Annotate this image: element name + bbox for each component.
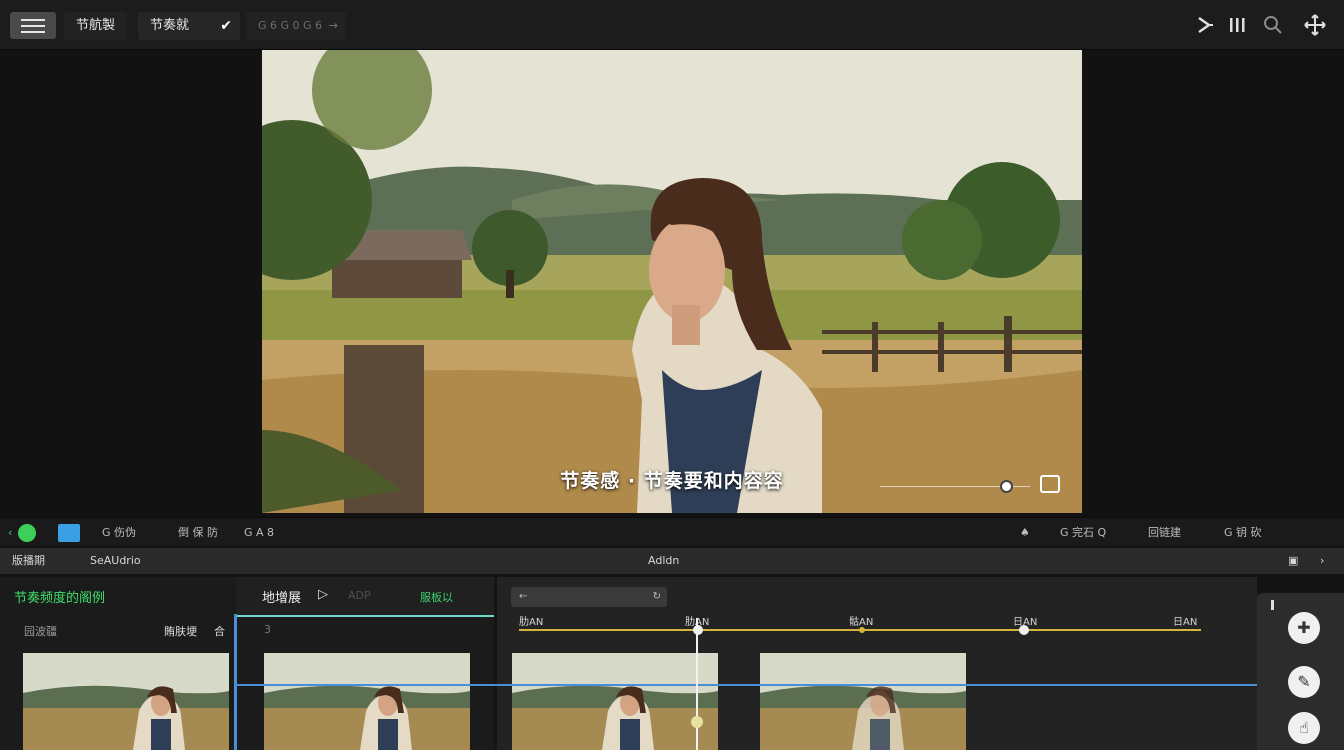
panel-title: 节奏频度的阁例: [14, 591, 106, 606]
picture-in-picture-icon[interactable]: [1040, 475, 1060, 493]
menu-line: [21, 30, 45, 33]
refresh-icon[interactable]: ↻: [653, 587, 661, 607]
brush-icon[interactable]: ✎: [1288, 666, 1320, 698]
strip-center-label: Adldn: [648, 554, 680, 567]
ruler-label: 骷AN: [849, 617, 874, 628]
play-marker-icon[interactable]: ▷: [318, 587, 328, 602]
arrow-right-icon: →: [328, 19, 338, 32]
ruler-label: 日AN: [1173, 617, 1198, 628]
clip-image: [23, 653, 229, 750]
split-icon[interactable]: [1194, 14, 1216, 36]
toolbar-item-2[interactable]: 倒 保 防: [178, 518, 218, 548]
strip-middle-label: SeAUdrio: [90, 554, 141, 567]
sub-label-right: 賄肤埂: [164, 625, 197, 638]
strip-left-label: 版播期: [12, 554, 45, 567]
ai-assistant-icon[interactable]: [18, 524, 36, 542]
toolbar-item-1[interactable]: G 伤伪: [102, 518, 136, 548]
media-icon[interactable]: [58, 524, 80, 542]
save-icon[interactable]: ▣: [1288, 548, 1298, 574]
tab-1-label: 节航製: [76, 18, 116, 33]
clip-thumbnail[interactable]: [23, 653, 229, 750]
hamburger-menu-button[interactable]: [10, 12, 56, 39]
tab-muted[interactable]: ADP: [348, 589, 371, 602]
caret-icon: ‹: [8, 526, 13, 539]
tab-active[interactable]: 服板以: [420, 589, 453, 605]
panel-tabs: 地增展 ▷ ADP 服板以: [236, 577, 494, 617]
bars-icon[interactable]: [1226, 14, 1248, 36]
edit-toolbar: ‹ G 伤伪 倒 保 防 G A 8 ♠ G 完石 Q 回链建 G 钥 砍: [0, 517, 1344, 547]
tab-3[interactable]: G 6 G 0 G 6 →: [246, 12, 346, 40]
rail-indicator: [1271, 600, 1274, 610]
timeline-playhead[interactable]: [696, 618, 698, 750]
top-bar: 节航製 节奏就 ✔ G 6 G 0 G 6 →: [0, 0, 1344, 50]
ruler-label: 肋AN: [519, 617, 544, 628]
clip-thumbnail[interactable]: [264, 653, 470, 750]
tab-3-label: G 6 G 0 G 6: [258, 19, 323, 32]
clip-image: [264, 653, 470, 750]
sub-label-left: 园波疆: [24, 625, 57, 638]
track-guide-line: [234, 684, 1258, 686]
video-frame[interactable]: 节奏感 · 节奏要和内容容: [262, 50, 1082, 513]
clip-thumbnail[interactable]: [760, 653, 966, 750]
video-subtitle: 节奏感 · 节奏要和内容容: [560, 470, 784, 492]
clip-image: [760, 653, 966, 750]
track-playhead[interactable]: [234, 614, 237, 750]
video-scene-illustration: [262, 50, 1082, 513]
share-icon[interactable]: 合: [214, 623, 225, 639]
check-icon: ✔: [220, 18, 232, 34]
sub-mark: 3: [264, 623, 271, 636]
clip-thumbnail[interactable]: [512, 653, 718, 750]
thumb-icon[interactable]: ☝: [1288, 712, 1320, 744]
tab-main[interactable]: 地增展: [262, 587, 301, 606]
playhead-handle[interactable]: [691, 716, 703, 728]
panel-header-strip: 版播期 SeAUdrio Adldn ▣ ›: [0, 548, 1344, 574]
video-editor-app: 节航製 节奏就 ✔ G 6 G 0 G 6 → 节奏感 · 节奏要和内容容 ‹ …: [0, 0, 1344, 750]
volume-slider-knob[interactable]: [1000, 480, 1013, 493]
search-arrow: ←: [519, 591, 528, 602]
effects-icon[interactable]: ✚: [1288, 612, 1320, 644]
tab-1[interactable]: 节航製: [64, 12, 128, 40]
menu-line: [21, 24, 45, 27]
clip-image: [512, 653, 718, 750]
timeline-search[interactable]: ← ↻: [511, 587, 667, 607]
toolbar-item-6[interactable]: G 钥 砍: [1224, 518, 1262, 548]
move-icon[interactable]: [1304, 14, 1326, 36]
tab-2-label: 节奏就: [150, 18, 190, 33]
keyframe[interactable]: [859, 627, 865, 633]
chevron-right-icon[interactable]: ›: [1320, 548, 1324, 574]
marker-icon[interactable]: ♠: [1020, 518, 1030, 548]
toolbar-item-4[interactable]: G 完石 Q: [1060, 518, 1106, 548]
toolbar-item-3[interactable]: G A 8: [244, 518, 274, 548]
tab-2[interactable]: 节奏就 ✔: [138, 12, 240, 40]
menu-line: [21, 18, 45, 21]
keyframe[interactable]: [693, 625, 703, 635]
zoom-icon[interactable]: [1262, 14, 1284, 36]
preview-viewer: 节奏感 · 节奏要和内容容: [0, 50, 1344, 518]
toolbar-item-5[interactable]: 回链建: [1148, 518, 1181, 548]
keyframe[interactable]: [1019, 625, 1029, 635]
